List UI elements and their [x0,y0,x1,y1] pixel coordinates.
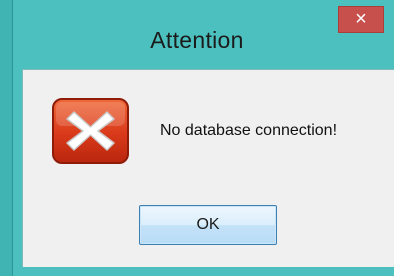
error-message: No database connection! [160,122,338,139]
error-dialog: Attention × No database connection! OK [0,0,394,276]
ok-button[interactable]: OK [139,205,277,245]
error-x-icon [52,98,129,164]
window-bottom-edge [22,267,394,276]
close-button[interactable]: × [338,6,384,33]
dialog-title: Attention [150,27,244,53]
close-icon: × [355,8,367,30]
